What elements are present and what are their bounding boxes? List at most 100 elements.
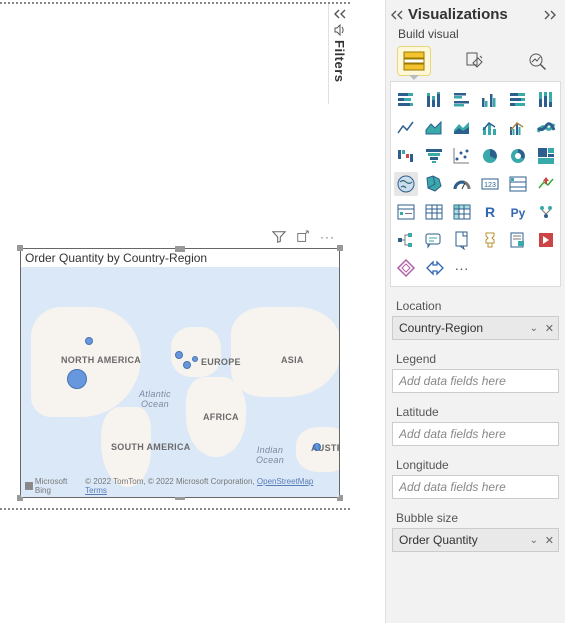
viz-type-kpi[interactable]	[534, 172, 558, 196]
collapse-panel-left-icon[interactable]	[390, 9, 404, 21]
viz-type-stacked-area[interactable]	[450, 116, 474, 140]
well-label-location: Location	[386, 297, 565, 316]
viz-type-gauge[interactable]	[450, 172, 474, 196]
map-label-atlantic: Atlantic Ocean	[139, 389, 171, 409]
viz-type-filled-map[interactable]	[422, 172, 446, 196]
map-label-north-america: NORTH AMERICA	[61, 355, 141, 365]
viz-type-slicer[interactable]	[394, 200, 418, 224]
viz-type-area[interactable]	[422, 116, 446, 140]
data-bubble[interactable]	[192, 356, 198, 362]
panel-tabs	[386, 41, 565, 75]
well-label-legend: Legend	[386, 350, 565, 369]
viz-type-waterfall[interactable]	[394, 144, 418, 168]
remove-field-icon[interactable]: ✕	[545, 322, 554, 335]
viz-type-qna[interactable]	[422, 228, 446, 252]
speaker-icon[interactable]	[333, 24, 347, 36]
tab-format-visual[interactable]	[460, 47, 492, 75]
map-label-south-america: SOUTH AMERICA	[111, 442, 191, 452]
terms-link[interactable]: Terms	[85, 486, 107, 495]
visualization-type-picker: 123 R Py ···	[390, 81, 561, 287]
viz-type-treemap[interactable]	[534, 144, 558, 168]
field-pill-location[interactable]: Country-Region	[399, 321, 483, 335]
viz-type-double-arrow[interactable]	[422, 256, 446, 280]
expand-filters-icon[interactable]	[333, 8, 347, 20]
viz-type-power-apps[interactable]	[534, 228, 558, 252]
well-placeholder: Add data fields here	[399, 480, 506, 494]
viz-type-hundred-stacked-bar[interactable]	[506, 88, 530, 112]
tab-analytics[interactable]	[522, 47, 554, 75]
chevron-down-icon[interactable]: ⌄	[530, 535, 538, 546]
viz-type-line-clustered-column[interactable]	[506, 116, 530, 140]
filters-pane-collapsed[interactable]: Filters	[328, 4, 350, 104]
map-visual-container[interactable]: ··· Order Quantity by Country-Region NOR…	[20, 226, 340, 498]
viz-type-donut[interactable]	[506, 144, 530, 168]
focus-mode-icon[interactable]	[296, 230, 310, 244]
viz-type-stacked-bar[interactable]	[394, 88, 418, 112]
resize-handle[interactable]	[337, 245, 343, 251]
filter-icon[interactable]	[272, 230, 286, 244]
well-label-bubble-size: Bubble size	[386, 509, 565, 528]
svg-text:Py: Py	[510, 206, 525, 220]
viz-type-line-stacked-column[interactable]	[478, 116, 502, 140]
more-options-icon[interactable]: ···	[320, 230, 334, 244]
well-label-latitude: Latitude	[386, 403, 565, 422]
viz-type-goals[interactable]	[478, 228, 502, 252]
remove-field-icon[interactable]: ✕	[545, 534, 554, 547]
viz-type-funnel[interactable]	[422, 144, 446, 168]
panel-subtitle: Build visual	[386, 27, 565, 41]
viz-type-clustered-column[interactable]	[478, 88, 502, 112]
data-bubble[interactable]	[183, 361, 191, 369]
viz-type-pie[interactable]	[478, 144, 502, 168]
viz-type-scatter[interactable]	[450, 144, 474, 168]
viz-type-line[interactable]	[394, 116, 418, 140]
viz-type-r-visual[interactable]: R	[478, 200, 502, 224]
viz-type-diamond[interactable]	[394, 256, 418, 280]
viz-type-matrix[interactable]	[450, 200, 474, 224]
visualizations-panel: Visualizations Build visual 123 R Py ··· Lo…	[385, 0, 565, 623]
viz-type-multi-row-card[interactable]	[506, 172, 530, 196]
viz-type-stacked-column[interactable]	[422, 88, 446, 112]
report-canvas[interactable]: ··· Order Quantity by Country-Region NOR…	[0, 0, 350, 623]
data-bubble[interactable]	[313, 443, 321, 451]
map-label-europe: EUROPE	[201, 357, 241, 367]
viz-type-decomposition-tree[interactable]	[394, 228, 418, 252]
map-label-asia: ASIA	[281, 355, 304, 365]
chevron-down-icon[interactable]: ⌄	[530, 323, 538, 334]
resize-handle[interactable]	[17, 245, 23, 251]
osm-link[interactable]: OpenStreetMap	[257, 477, 313, 486]
data-bubble[interactable]	[85, 337, 93, 345]
well-longitude[interactable]: Add data fields here	[392, 475, 559, 499]
map-copyright: © 2022 TomTom, © 2022 Microsoft Corporat…	[85, 477, 255, 486]
well-bubble-size[interactable]: Order Quantity ⌄ ✕	[392, 528, 559, 552]
resize-handle[interactable]	[175, 246, 185, 252]
viz-type-more[interactable]: ···	[450, 256, 474, 280]
svg-text:123: 123	[484, 182, 496, 189]
viz-type-ribbon[interactable]	[534, 116, 558, 140]
viz-type-paginated[interactable]	[450, 228, 474, 252]
viz-type-narrative[interactable]	[506, 228, 530, 252]
collapse-panel-right-icon[interactable]	[543, 9, 557, 21]
panel-title: Visualizations	[404, 6, 543, 23]
viz-type-clustered-bar[interactable]	[450, 88, 474, 112]
viz-type-card[interactable]: 123	[478, 172, 502, 196]
map-body[interactable]: NORTH AMERICA SOUTH AMERICA EUROPE AFRIC…	[21, 267, 339, 497]
data-bubble[interactable]	[175, 351, 183, 359]
canvas-dashed-border-bottom	[0, 508, 350, 510]
viz-type-table[interactable]	[422, 200, 446, 224]
well-latitude[interactable]: Add data fields here	[392, 422, 559, 446]
canvas-dashed-border-top	[0, 2, 350, 4]
map-visual[interactable]: Order Quantity by Country-Region NORTH A…	[20, 248, 340, 498]
continent-shape	[231, 307, 339, 397]
bing-brand: Microsoft Bing	[35, 477, 85, 495]
viz-type-map[interactable]	[394, 172, 418, 196]
viz-type-python-visual[interactable]: Py	[506, 200, 530, 224]
data-bubble[interactable]	[67, 369, 87, 389]
well-location[interactable]: Country-Region ⌄ ✕	[392, 316, 559, 340]
well-placeholder: Add data fields here	[399, 374, 506, 388]
tab-build-visual[interactable]	[398, 47, 430, 75]
well-legend[interactable]: Add data fields here	[392, 369, 559, 393]
viz-type-key-influencers[interactable]	[534, 200, 558, 224]
field-pill-bubble-size[interactable]: Order Quantity	[399, 533, 478, 547]
viz-type-hundred-stacked-column[interactable]	[534, 88, 558, 112]
filters-label: Filters	[332, 40, 347, 83]
